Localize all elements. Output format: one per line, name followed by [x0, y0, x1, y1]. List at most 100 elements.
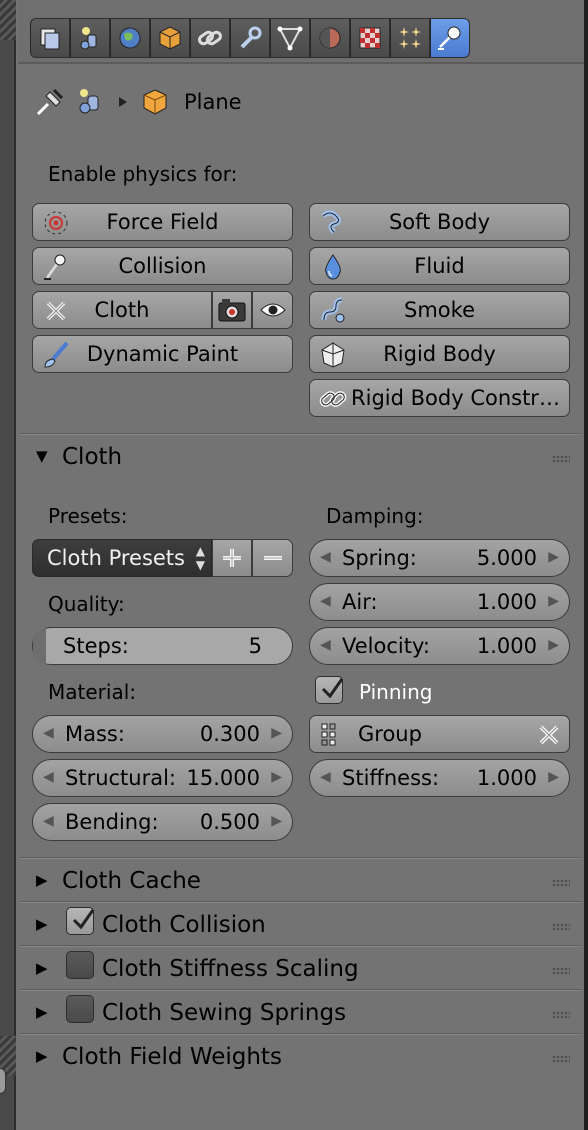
cloth-cache-panel-header[interactable]: ▶ Cloth Cache	[20, 861, 582, 903]
air-field[interactable]: ◀ Air: 1.000 ▶	[309, 583, 570, 621]
decrement-arrow-icon[interactable]: ◀	[43, 769, 54, 785]
force-field-button[interactable]: Force Field	[32, 203, 293, 241]
rigid-body-constraint-label: Rigid Body Constr…	[351, 386, 560, 410]
drag-grip-icon[interactable]	[552, 1011, 570, 1019]
object-icon	[159, 26, 181, 50]
increment-arrow-icon[interactable]: ▶	[271, 813, 282, 829]
cloth-render-toggle[interactable]	[212, 291, 252, 329]
cloth-collision-panel-header[interactable]: ▶ Cloth Collision	[20, 905, 582, 947]
tab-physics[interactable]	[430, 18, 470, 58]
physics-icon	[438, 26, 461, 50]
tab-modifiers[interactable]	[230, 18, 270, 58]
increment-arrow-icon[interactable]: ▶	[271, 725, 282, 741]
tab-material[interactable]	[310, 18, 350, 58]
rigid-body-label: Rigid Body	[383, 342, 496, 366]
cloth-panel-title: Cloth	[62, 444, 123, 470]
dynamic-paint-button[interactable]: Dynamic Paint	[32, 335, 293, 373]
increment-arrow-icon[interactable]: ▶	[548, 637, 559, 653]
bending-field[interactable]: ◀ Bending: 0.500 ▶	[32, 803, 293, 841]
velocity-field[interactable]: ◀ Velocity: 1.000 ▶	[309, 627, 570, 665]
render-layers-icon	[40, 28, 60, 50]
cloth-stiffness-scaling-checkbox[interactable]	[66, 951, 94, 979]
scene-icon	[79, 89, 99, 114]
velocity-value: 1.000	[476, 634, 537, 658]
tab-object-data[interactable]	[270, 18, 310, 58]
steps-label: Steps:	[63, 634, 129, 658]
material-icon	[319, 27, 341, 49]
tab-object[interactable]	[150, 18, 190, 58]
tab-texture[interactable]	[350, 18, 390, 58]
decrement-arrow-icon[interactable]: ◀	[320, 549, 331, 565]
drag-grip-icon[interactable]	[552, 1055, 570, 1063]
smoke-button[interactable]: Smoke	[309, 291, 570, 329]
increment-arrow-icon[interactable]: ▶	[548, 593, 559, 609]
bending-value: 0.500	[199, 810, 260, 834]
cloth-viewport-toggle[interactable]	[252, 291, 293, 329]
add-preset-button[interactable]	[212, 539, 252, 577]
soft-body-icon	[321, 210, 342, 234]
cloth-panel-header[interactable]: ▼ Cloth	[20, 437, 582, 479]
collision-label: Collision	[118, 254, 207, 278]
spring-field[interactable]: ◀ Spring: 5.000 ▶	[309, 539, 570, 577]
plus-icon	[223, 549, 241, 567]
fluid-button[interactable]: Fluid	[309, 247, 570, 285]
collapsed-triangle-icon: ▶	[36, 915, 48, 933]
decrement-arrow-icon[interactable]: ◀	[320, 637, 331, 653]
spring-label: Spring:	[342, 546, 417, 570]
tab-world[interactable]	[110, 18, 150, 58]
soft-body-button[interactable]: Soft Body	[309, 203, 570, 241]
drag-grip-icon[interactable]	[552, 923, 570, 931]
panel-separator	[20, 901, 582, 903]
tab-scene[interactable]	[70, 18, 110, 58]
tab-particles[interactable]	[390, 18, 430, 58]
cloth-sewing-springs-panel-header[interactable]: ▶ Cloth Sewing Springs	[20, 993, 582, 1035]
drag-grip-icon[interactable]	[552, 967, 570, 975]
pin-group-field[interactable]: Group	[309, 715, 570, 753]
increment-arrow-icon[interactable]: ▶	[548, 769, 559, 785]
drag-grip-icon[interactable]	[552, 879, 570, 887]
link-icon	[319, 391, 347, 407]
increment-arrow-icon[interactable]: ▶	[271, 769, 282, 785]
properties-editor: Plane Enable physics for: Force Field Co…	[0, 0, 588, 1130]
quality-label: Quality:	[48, 592, 125, 616]
remove-preset-button[interactable]	[252, 539, 293, 577]
air-label: Air:	[342, 590, 378, 614]
pinning-checkbox[interactable]	[315, 676, 344, 704]
breadcrumb: Plane	[34, 84, 242, 120]
pin-icon[interactable]	[34, 86, 66, 118]
mass-field[interactable]: ◀ Mass: 0.300 ▶	[32, 715, 293, 753]
cloth-stiffness-scaling-title: Cloth Stiffness Scaling	[102, 956, 359, 982]
region-edge	[584, 0, 588, 1130]
decrement-arrow-icon[interactable]: ◀	[43, 813, 54, 829]
cloth-presets-dropdown[interactable]: Cloth Presets ▲ ▼	[32, 539, 212, 577]
scroll-knob[interactable]	[0, 1068, 6, 1094]
rigid-body-constraint-button[interactable]: Rigid Body Constr…	[309, 379, 570, 417]
stiffness-label: Stiffness:	[342, 766, 440, 790]
cloth-collision-checkbox[interactable]	[66, 907, 95, 935]
rigid-body-button[interactable]: Rigid Body	[309, 335, 570, 373]
clear-x-icon[interactable]	[537, 723, 561, 747]
structural-field[interactable]: ◀ Structural: 15.000 ▶	[32, 759, 293, 797]
context-tabs	[30, 18, 470, 58]
cloth-stiffness-scaling-panel-header[interactable]: ▶ Cloth Stiffness Scaling	[20, 949, 582, 991]
mass-label: Mass:	[65, 722, 125, 746]
decrement-arrow-icon[interactable]: ◀	[43, 725, 54, 741]
cloth-field-weights-panel-header[interactable]: ▶ Cloth Field Weights	[20, 1037, 582, 1079]
drag-grip-icon[interactable]	[552, 455, 570, 463]
tab-render-layers[interactable]	[30, 18, 70, 58]
cloth-button[interactable]: Cloth	[32, 291, 212, 329]
collapsed-triangle-icon: ▶	[36, 871, 48, 889]
cloth-sewing-springs-checkbox[interactable]	[66, 995, 94, 1023]
context-tab-header	[18, 0, 584, 64]
increment-arrow-icon[interactable]: ▶	[548, 549, 559, 565]
modifiers-icon	[240, 26, 262, 49]
stiffness-value: 1.000	[476, 766, 537, 790]
texture-icon	[359, 27, 381, 49]
decrement-arrow-icon[interactable]: ◀	[320, 593, 331, 609]
area-corner-hatch[interactable]	[0, 0, 16, 40]
tab-constraints[interactable]	[190, 18, 230, 58]
collision-button[interactable]: Collision	[32, 247, 293, 285]
steps-slider[interactable]: Steps: 5	[32, 627, 293, 665]
decrement-arrow-icon[interactable]: ◀	[320, 769, 331, 785]
stiffness-field[interactable]: ◀ Stiffness: 1.000 ▶	[309, 759, 570, 797]
